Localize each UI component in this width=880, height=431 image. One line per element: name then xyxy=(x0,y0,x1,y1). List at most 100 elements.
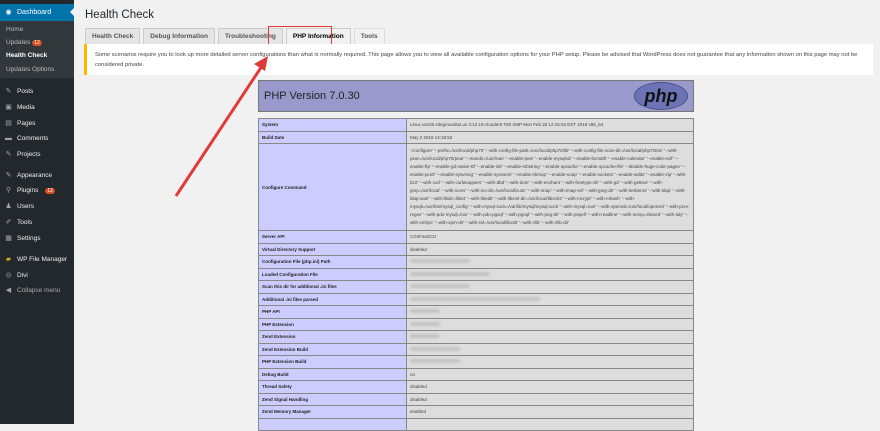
media-icon: ▣ xyxy=(5,104,12,111)
submenu-home[interactable]: Home xyxy=(6,26,23,33)
sidebar-item-wp-file-manager[interactable]: ▰ WP File Manager xyxy=(5,256,67,263)
wrench-icon: ✐ xyxy=(5,219,12,226)
sidebar-item-label: WP File Manager xyxy=(17,256,68,263)
row-key: Configure Command xyxy=(258,143,407,231)
row-key: PHP Extension Build xyxy=(258,355,407,369)
row-key: System xyxy=(258,118,407,132)
row-value xyxy=(406,317,694,331)
sidebar-item-plugins[interactable]: ⚲ Plugins 12 xyxy=(5,187,55,194)
row-value: disabled xyxy=(406,242,694,256)
arrow-shaft xyxy=(174,65,264,197)
sidebar-item-label: Collapse menu xyxy=(17,287,61,294)
sidebar-item-projects[interactable]: ✎ Projects xyxy=(5,151,41,158)
table-row: Virtual Directory Support disabled xyxy=(258,242,694,256)
admin-sidebar: ◉ Dashboard Home Updates 12 Health Check U… xyxy=(0,0,74,424)
tab-bar: Health Check Debug Information Troublesh… xyxy=(85,28,385,44)
row-value: enabled xyxy=(406,405,694,419)
sidebar-item-label: Projects xyxy=(17,151,41,158)
tab-debug-information[interactable]: Debug Information xyxy=(143,28,215,44)
sidebar-item-users[interactable]: ♟ Users xyxy=(5,203,34,210)
row-key xyxy=(258,417,407,431)
row-value xyxy=(406,330,694,344)
highlight-box xyxy=(268,26,332,46)
row-key: Zend Extension Build xyxy=(258,342,407,356)
row-value: disabled xyxy=(406,380,694,394)
sidebar-item-settings[interactable]: ▦ Settings xyxy=(5,235,41,242)
row-key: Server API xyxy=(258,230,407,244)
redacted-value xyxy=(410,309,440,314)
row-key: Thread Safety xyxy=(258,380,407,394)
sidebar-item-label: Posts xyxy=(17,88,34,95)
sidebar-item-appearance[interactable]: ✎ Appearance xyxy=(5,172,53,179)
redacted-value xyxy=(410,259,470,264)
php-version: PHP Version 7.0.30 xyxy=(264,90,360,102)
table-row: Debug Build no xyxy=(258,367,694,381)
row-key: Configuration File (php.ini) Path xyxy=(258,255,407,269)
sidebar-item-posts[interactable]: ✎ Posts xyxy=(5,88,34,95)
redacted-value xyxy=(410,346,460,351)
tab-tools[interactable]: Tools xyxy=(353,28,385,44)
sidebar-item-label: Plugins xyxy=(17,187,39,194)
row-value: CGI/FastCGI xyxy=(406,230,694,244)
submenu-updates[interactable]: Updates 12 xyxy=(6,39,42,46)
table-row: Additional .ini files parsed xyxy=(258,292,694,306)
table-row: Zend Extension xyxy=(258,330,694,344)
plugins-count-badge: 12 xyxy=(45,187,55,194)
row-key: Zend Memory Manager xyxy=(258,405,407,419)
privacy-notice: Some scenarios require you to look up mo… xyxy=(84,44,873,75)
row-value xyxy=(406,292,694,306)
row-key: PHP Extension xyxy=(258,317,407,331)
sidebar-item-dashboard[interactable]: ◉ Dashboard xyxy=(0,4,74,21)
row-value xyxy=(406,355,694,369)
brush-icon: ✎ xyxy=(5,172,12,179)
table-row: PHP API xyxy=(258,305,694,319)
sidebar-item-tools[interactable]: ✐ Tools xyxy=(5,219,33,226)
sidebar-item-divi[interactable]: ◎ Divi xyxy=(5,272,27,279)
sidebar-item-collapse-menu[interactable]: ◀ Collapse menu xyxy=(5,287,61,294)
settings-icon: ▦ xyxy=(5,235,12,242)
updates-count-badge: 12 xyxy=(32,40,42,46)
table-row: Configuration File (php.ini) Path xyxy=(258,255,694,269)
table-row: System Linux us100.sitegroundus.us 3.12.1… xyxy=(258,118,694,132)
tab-health-check[interactable]: Health Check xyxy=(85,28,141,44)
row-value xyxy=(406,305,694,319)
dashboard-icon: ◉ xyxy=(5,9,12,16)
pin-icon: ✎ xyxy=(5,88,12,95)
sidebar-item-label: Media xyxy=(17,104,35,111)
row-value xyxy=(406,267,694,281)
submenu-updates-options[interactable]: Updates Options xyxy=(6,66,54,73)
row-value xyxy=(406,280,694,294)
redacted-value xyxy=(410,321,440,326)
collapse-icon: ◀ xyxy=(5,287,12,294)
sidebar-item-label: Comments xyxy=(17,135,49,142)
submenu-health-check[interactable]: Health Check xyxy=(6,52,47,59)
table-row: Scan this dir for additional .ini files xyxy=(258,280,694,294)
sidebar-item-label: Tools xyxy=(17,219,33,226)
row-key: Zend Signal Handling xyxy=(258,392,407,406)
row-key: Debug Build xyxy=(258,367,407,381)
dashboard-submenu: Home Updates 12 Health Check Updates Opti… xyxy=(0,21,74,78)
table-row: Server API CGI/FastCGI xyxy=(258,230,694,244)
row-value xyxy=(406,417,694,431)
phpinfo-table: System Linux us100.sitegroundus.us 3.12.1… xyxy=(258,118,694,431)
php-logo: php xyxy=(634,82,688,110)
table-row xyxy=(258,417,694,431)
row-key: Additional .ini files parsed xyxy=(258,292,407,306)
table-row: Zend Memory Manager enabled xyxy=(258,405,694,419)
row-value: disabled xyxy=(406,392,694,406)
redacted-value xyxy=(410,296,540,301)
sidebar-item-label: Settings xyxy=(17,235,41,242)
sidebar-item-pages[interactable]: ▤ Pages xyxy=(5,120,35,127)
row-key: PHP API xyxy=(258,305,407,319)
row-value xyxy=(406,255,694,269)
sidebar-item-comments[interactable]: ▬ Comments xyxy=(5,135,48,142)
sidebar-item-media[interactable]: ▣ Media xyxy=(5,104,35,111)
sidebar-item-label: Users xyxy=(17,203,34,210)
sidebar-item-label: Pages xyxy=(17,120,36,127)
row-value: Linux us100.sitegroundus.us 3.12.18-clou… xyxy=(406,118,694,132)
row-key: Scan this dir for additional .ini files xyxy=(258,280,407,294)
sidebar-item-label: Appearance xyxy=(17,172,53,179)
redacted-value xyxy=(410,334,440,339)
table-row: Zend Extension Build xyxy=(258,342,694,356)
row-key: Virtual Directory Support xyxy=(258,242,407,256)
